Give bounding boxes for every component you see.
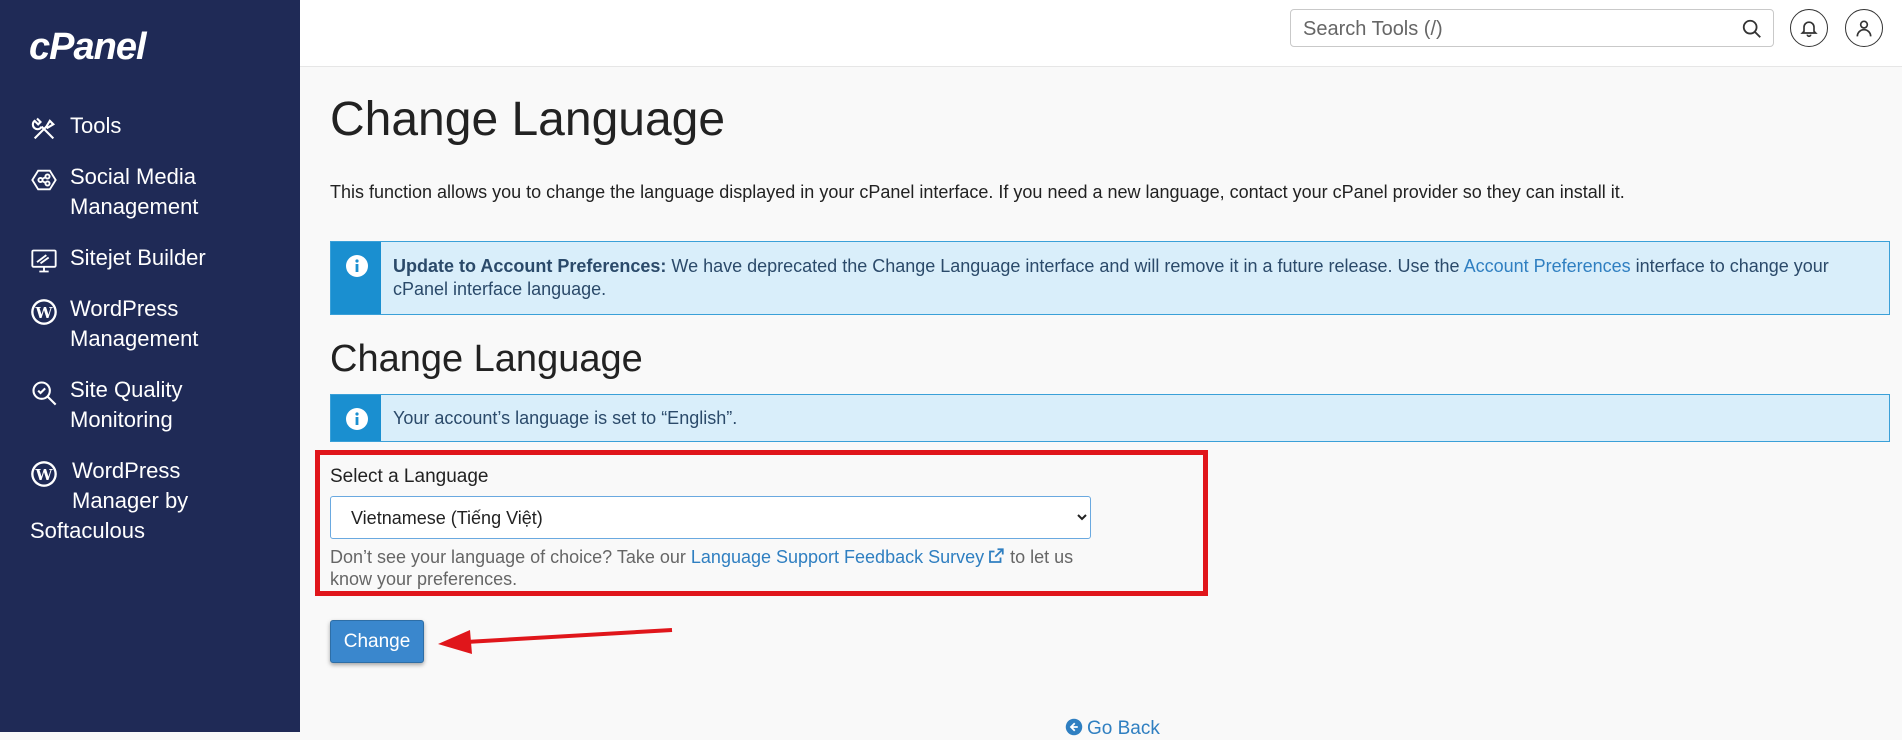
- help-text-before: Don’t see your language of choice? Take …: [330, 547, 691, 567]
- sidebar-item-label: Tools: [70, 113, 122, 138]
- external-link-icon: [989, 548, 1004, 563]
- deprecation-notice-text: Update to Account Preferences: We have d…: [393, 242, 1889, 301]
- sidebar-item-label: Social Media Management: [70, 164, 199, 219]
- svg-text:W: W: [34, 304, 53, 322]
- wordpress-icon: W: [30, 298, 58, 326]
- sidebar-item-label: Sitejet Builder: [70, 245, 206, 270]
- account-preferences-link[interactable]: Account Preferences: [1464, 256, 1631, 276]
- section-title: Change Language: [330, 338, 643, 380]
- change-button[interactable]: Change: [330, 620, 424, 663]
- sidebar-item-wordpress-management[interactable]: W WordPress Management: [0, 294, 300, 354]
- red-arrow-annotation: [438, 628, 673, 654]
- notice-bold: Update to Account Preferences:: [393, 256, 667, 276]
- sidebar-item-wordpress-softaculous[interactable]: W WordPress Manager by Softaculous: [0, 456, 300, 546]
- sidebar-item-label-line3: Softaculous: [30, 518, 145, 543]
- search-box[interactable]: [1290, 9, 1774, 47]
- current-language-text: Your account’s language is set to “Engli…: [393, 408, 738, 428]
- language-select[interactable]: Vietnamese (Tiếng Việt): [330, 496, 1091, 539]
- sidebar-item-label: Site Quality Monitoring: [70, 377, 183, 432]
- help-text: Don’t see your language of choice? Take …: [330, 546, 1090, 590]
- search-icon[interactable]: [1741, 18, 1763, 40]
- sidebar-item-sitejet[interactable]: Sitejet Builder: [0, 243, 300, 273]
- info-bar: [331, 395, 381, 441]
- info-icon: [346, 408, 368, 430]
- site-quality-icon: [30, 379, 58, 407]
- top-header: [300, 0, 1902, 67]
- select-language-label: Select a Language: [330, 466, 489, 487]
- search-input[interactable]: [1301, 16, 1735, 42]
- info-icon: [346, 255, 368, 277]
- notice-text-before: We have deprecated the Change Language i…: [666, 256, 1464, 276]
- feedback-survey-link-label: Language Support Feedback Survey: [690, 547, 985, 567]
- social-media-icon: [30, 166, 58, 194]
- info-bar: [331, 242, 381, 314]
- go-back-label: Go Back: [1087, 718, 1160, 739]
- sidebar-nav: Tools Social Media Management Sitejet Bu…: [0, 106, 300, 546]
- deprecation-notice: Update to Account Preferences: We have d…: [330, 241, 1890, 315]
- cpanel-logo[interactable]: cPanel: [29, 26, 147, 69]
- sidebar-item-label-line1: WordPress: [72, 458, 181, 483]
- go-back-link[interactable]: Go Back: [1065, 718, 1160, 740]
- sidebar-item-social-media[interactable]: Social Media Management: [0, 162, 300, 222]
- bell-icon: [1800, 21, 1818, 38]
- sitejet-icon: [30, 247, 58, 275]
- page-description: This function allows you to change the l…: [330, 182, 1625, 202]
- svg-text:W: W: [34, 466, 53, 484]
- sidebar-item-label-line2: Manager by: [72, 488, 189, 513]
- user-menu-button[interactable]: [1845, 9, 1883, 47]
- sidebar: cPanel Tools Social Media Management Sit…: [0, 0, 300, 732]
- notifications-button[interactable]: [1790, 9, 1828, 47]
- sidebar-item-label: WordPress Management: [70, 296, 199, 351]
- tools-icon: [30, 115, 58, 143]
- sidebar-item-site-quality[interactable]: Site Quality Monitoring: [0, 375, 300, 435]
- feedback-survey-link[interactable]: Language Support Feedback Survey: [691, 547, 1005, 567]
- sidebar-item-tools[interactable]: Tools: [0, 111, 300, 141]
- user-icon: [1856, 20, 1872, 37]
- page-title: Change Language: [330, 93, 726, 146]
- current-language-notice: Your account’s language is set to “Engli…: [330, 394, 1890, 442]
- wordpress-icon: W: [30, 460, 58, 488]
- back-arrow-icon: [1065, 718, 1083, 736]
